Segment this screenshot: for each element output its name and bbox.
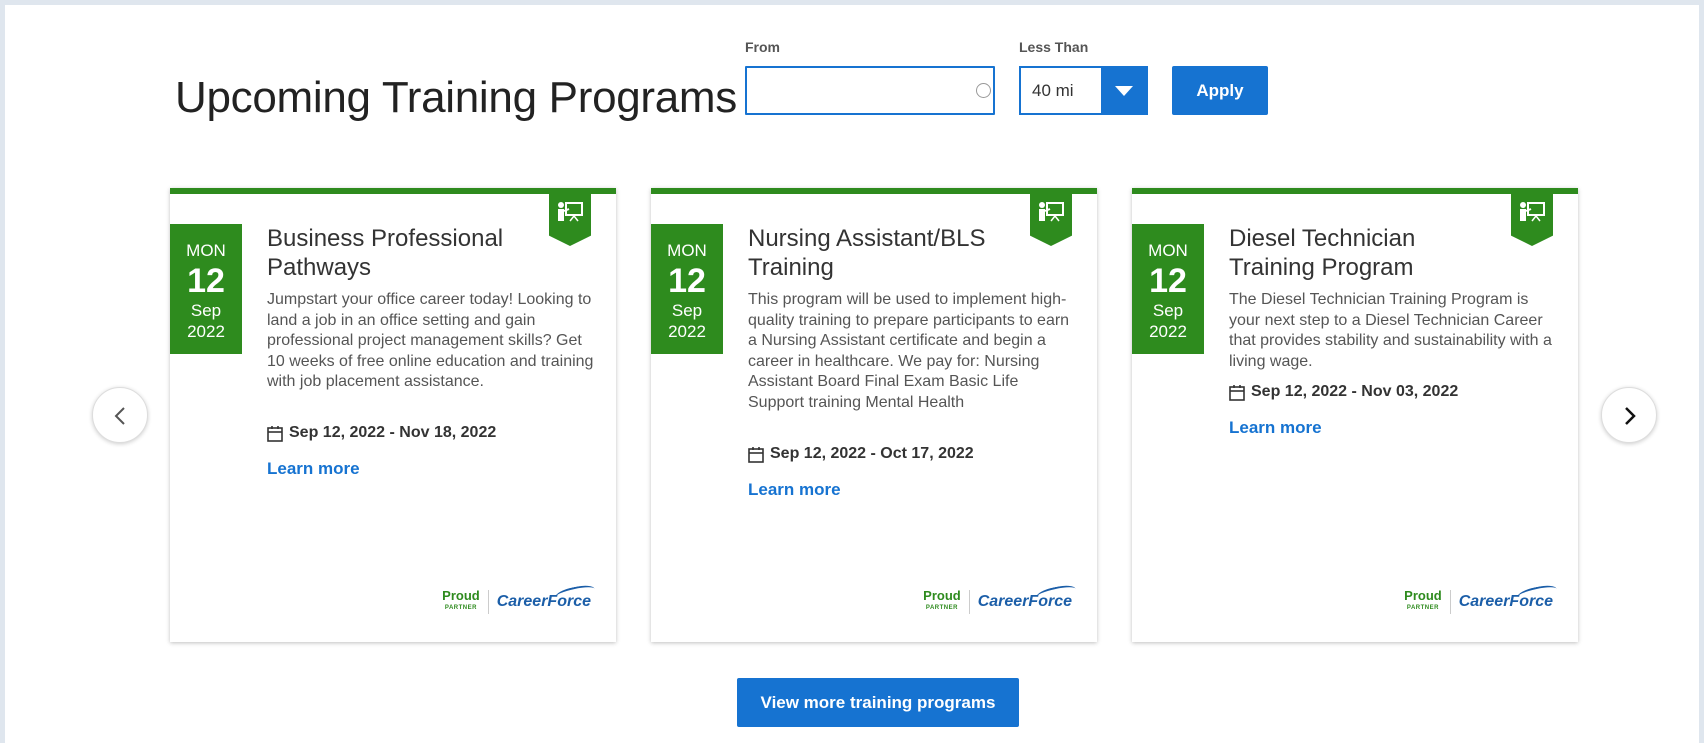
date-dow: MON [186,241,226,260]
date-day: 12 [187,262,225,300]
carousel-prev-button[interactable] [92,387,148,443]
date-dow: MON [667,241,707,260]
page: Upcoming Training Programs From Less Tha… [5,5,1699,743]
date-month: Sep [190,301,222,320]
program-title: Diesel Technician Training Program [1229,225,1416,281]
program-card: MON 12 Sep 2022 Nursing Assistant/BLS Tr… [651,188,1097,642]
date-day: 12 [668,262,706,300]
from-input[interactable] [745,66,995,115]
calendar-icon [1229,384,1245,401]
program-dates-text: Sep 12, 2022 - Oct 17, 2022 [770,445,974,462]
date-month: Sep [1152,301,1184,320]
date-badge: MON 12 Sep 2022 [1132,224,1204,354]
partner-logo: Proud PARTNER CareerForce [923,589,1072,614]
proud-partner-label: Proud PARTNER [442,589,489,614]
date-dow: MON [1148,241,1188,260]
proud-partner-label: Proud PARTNER [1404,589,1451,614]
partner-logo: Proud PARTNER CareerForce [442,589,591,614]
calendar-icon [267,425,283,442]
careerforce-logo: CareerForce [1458,593,1553,610]
presenter-board-icon [549,194,591,246]
date-badge: MON 12 Sep 2022 [170,224,242,354]
date-badge: MON 12 Sep 2022 [651,224,723,354]
date-year: 2022 [187,322,225,341]
date-month: Sep [671,301,703,320]
program-title: Business Professional Pathways [267,225,504,281]
presenter-board-icon [1030,194,1072,246]
chevron-left-icon [114,407,125,425]
careerforce-logo: CareerForce [496,593,591,610]
view-more-training-button[interactable]: View more training programs [737,678,1019,727]
program-description: The Diesel Technician Training Program i… [1229,291,1552,370]
program-dates-text: Sep 12, 2022 - Nov 03, 2022 [1251,383,1459,400]
program-dates-text: Sep 12, 2022 - Nov 18, 2022 [289,424,497,441]
learn-more-link[interactable]: Learn more [267,459,360,479]
date-day: 12 [1149,262,1187,300]
program-card: MON 12 Sep 2022 Diesel Technician Traini… [1132,188,1578,642]
partner-logo: Proud PARTNER CareerForce [1404,589,1553,614]
program-title: Nursing Assistant/BLS Training [748,225,986,281]
program-dates: Sep 12, 2022 - Nov 18, 2022 [267,424,496,442]
careerforce-logo: CareerForce [977,593,1072,610]
distance-select-value: 40 mi [1032,81,1074,100]
proud-partner-label: Proud PARTNER [923,589,970,614]
program-dates: Sep 12, 2022 - Nov 03, 2022 [1229,383,1458,401]
learn-more-link[interactable]: Learn more [748,480,841,500]
program-card: MON 12 Sep 2022 Business Professional Pa… [170,188,616,642]
date-year: 2022 [1149,322,1187,341]
carousel-next-button[interactable] [1601,387,1657,443]
from-label: From [745,39,780,55]
location-circle-icon [976,83,991,98]
program-description: This program will be used to implement h… [748,291,1070,411]
less-than-label: Less Than [1019,39,1089,55]
distance-select[interactable]: 40 mi [1019,66,1148,115]
apply-button[interactable]: Apply [1172,66,1268,115]
page-title: Upcoming Training Programs [175,73,737,122]
presenter-board-icon [1511,194,1553,246]
program-description: Jumpstart your office career today! Look… [267,291,594,390]
learn-more-link[interactable]: Learn more [1229,418,1322,438]
chevron-down-icon[interactable] [1101,68,1146,113]
chevron-right-icon [1625,407,1636,425]
date-year: 2022 [668,322,706,341]
calendar-icon [748,446,764,463]
program-dates: Sep 12, 2022 - Oct 17, 2022 [748,445,974,463]
